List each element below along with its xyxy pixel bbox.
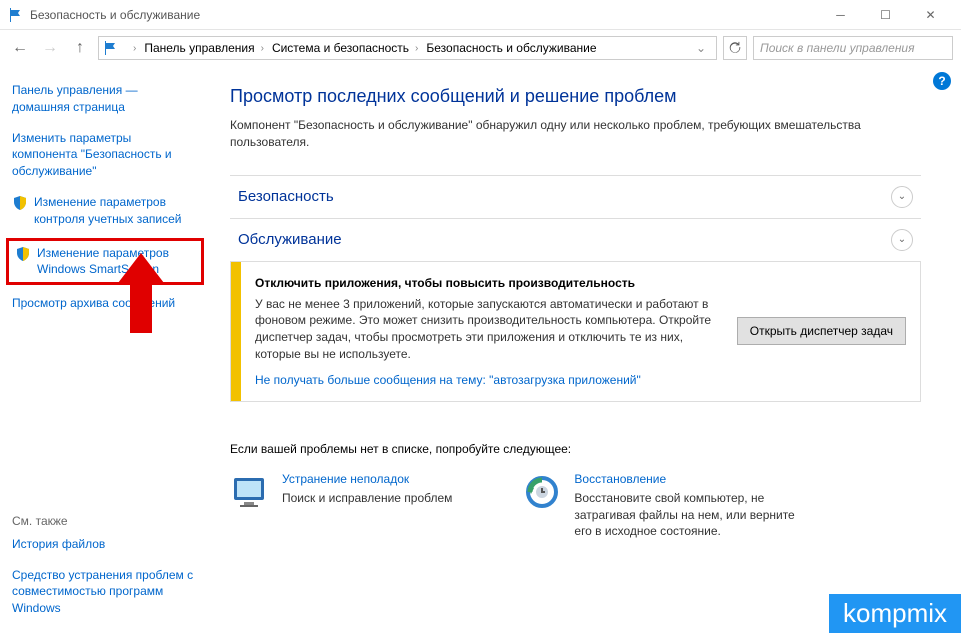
solution-troubleshoot-desc: Поиск и исправление проблем [282,490,452,507]
crumb-1[interactable]: Система и безопасность› [268,41,422,55]
refresh-button[interactable] [723,36,747,60]
flag-icon [103,40,119,56]
flag-icon [8,7,24,23]
see-also-0[interactable]: История файлов [12,536,210,553]
navbar: ← → ↑ › Панель управления› Система и без… [0,30,961,66]
solution-troubleshoot-title: Устранение неполадок [282,472,452,486]
solution-troubleshoot[interactable]: Устранение неполадок Поиск и исправление… [230,472,452,540]
page-heading: Просмотр последних сообщений и решение п… [230,86,921,107]
solution-recovery-desc: Восстановите свой компьютер, не затрагив… [574,490,812,540]
alert-box: Отключить приложения, чтобы повысить про… [230,262,921,402]
sidebar-link-2[interactable]: Изменение параметров Windows SmartScreen [15,245,195,279]
up-button[interactable]: ↑ [68,36,92,60]
sidebar-link-3[interactable]: Просмотр архива сообщений [12,295,198,312]
search-input[interactable]: Поиск в панели управления [753,36,953,60]
breadcrumb[interactable]: › Панель управления› Система и безопасно… [98,36,717,60]
sidebar-link-1[interactable]: Изменение параметров контроля учетных за… [12,194,198,228]
alert-title: Отключить приложения, чтобы повысить про… [255,276,717,290]
page-subheading: Компонент "Безопасность и обслуживание" … [230,117,921,151]
forward-button[interactable]: → [38,36,62,60]
section-maintenance-title: Обслуживание [238,231,342,248]
see-also-1[interactable]: Средство устранения проблем с совместимо… [12,567,210,617]
open-task-manager-button[interactable]: Открыть диспетчер задач [737,317,906,345]
solution-recovery[interactable]: Восстановление Восстановите свой компьют… [522,472,812,540]
watermark: kompmix [829,594,961,633]
refresh-icon [728,41,742,55]
shield-icon [15,246,31,262]
troubleshoot-icon [230,472,270,512]
window-title: Безопасность и обслуживание [30,8,818,22]
alert-severity-bar [231,262,241,401]
breadcrumb-dropdown[interactable]: ⌄ [690,41,712,55]
back-button[interactable]: ← [8,36,32,60]
section-maintenance[interactable]: Обслуживание ⌄ [230,219,921,262]
alert-description: У вас не менее 3 приложений, которые зап… [255,296,717,363]
minimize-button[interactable]: ─ [818,0,863,30]
section-security[interactable]: Безопасность ⌄ [230,175,921,219]
crumb-2[interactable]: Безопасность и обслуживание [422,41,600,55]
titlebar: Безопасность и обслуживание ─ ☐ ✕ [0,0,961,30]
footer-text: Если вашей проблемы нет в списке, попроб… [230,442,921,456]
sidebar-link-0[interactable]: Изменить параметры компонента "Безопасно… [12,130,198,180]
recovery-icon [522,472,562,512]
main: ? Просмотр последних сообщений и решение… [210,66,961,633]
search-placeholder: Поиск в панели управления [760,41,915,55]
sidebar-link-highlight: Изменение параметров Windows SmartScreen [6,238,204,286]
section-security-title: Безопасность [238,188,334,205]
solution-recovery-title: Восстановление [574,472,812,486]
alert-dismiss-link[interactable]: Не получать больше сообщения на тему: "а… [255,373,717,387]
see-also: См. также История файлов Средство устран… [12,514,210,617]
maximize-button[interactable]: ☐ [863,0,908,30]
close-button[interactable]: ✕ [908,0,953,30]
crumb-sep[interactable]: › [123,43,140,54]
chevron-down-icon: ⌄ [891,186,913,208]
control-panel-home-link[interactable]: Панель управления — домашняя страница [12,82,198,116]
see-also-heading: См. также [12,514,210,528]
help-button[interactable]: ? [933,72,951,90]
crumb-0[interactable]: Панель управления› [140,41,268,55]
chevron-down-icon: ⌄ [891,229,913,251]
sidebar: Панель управления — домашняя страница Из… [0,66,210,633]
shield-icon [12,195,28,211]
